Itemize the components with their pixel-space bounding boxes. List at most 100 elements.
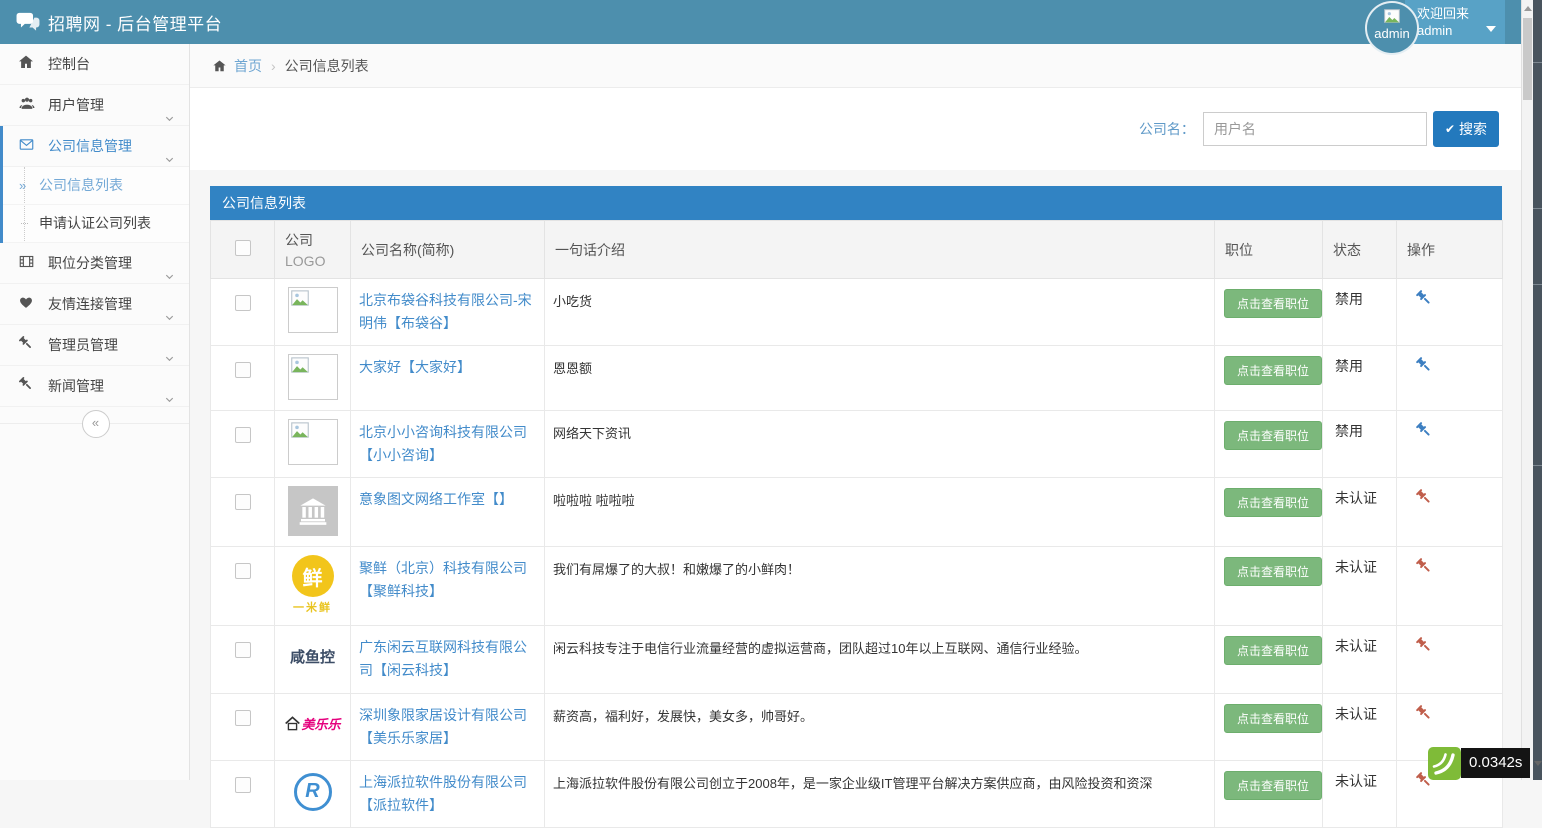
company-table-body: 北京布袋谷科技有限公司-宋明伟【布袋谷】小吃货点击查看职位禁用大家好【大家好】恩… bbox=[211, 279, 1503, 828]
users-icon bbox=[18, 86, 38, 126]
row-checkbox[interactable] bbox=[235, 494, 251, 510]
company-intro: 我们有屌爆了的大叔！和嫩爆了的小鲜肉！ bbox=[553, 557, 800, 578]
sidebar-item-console[interactable]: 控制台 bbox=[0, 44, 189, 85]
app-title: 招聘网 - 后台管理平台 bbox=[48, 10, 222, 35]
view-positions-button[interactable]: 点击查看职位 bbox=[1224, 356, 1322, 385]
broken-image-icon bbox=[291, 290, 309, 306]
company-table: 公司 LOGO 公司名称(简称) 一句话介绍 职位 状态 操作 北京布袋谷科技有… bbox=[210, 220, 1503, 828]
company-name-link[interactable]: 北京小小咨询科技有限公司【小小咨询】 bbox=[359, 421, 536, 467]
chat-bubble-icon bbox=[16, 11, 40, 33]
breadcrumb-home-link[interactable]: 首页 bbox=[234, 56, 262, 76]
row-action-button[interactable] bbox=[1415, 356, 1433, 377]
broken-image-icon bbox=[291, 357, 309, 373]
sidebar-item-administrator-management[interactable]: 管理员管理 bbox=[0, 325, 189, 366]
gavel-icon bbox=[1415, 289, 1433, 307]
window-edge-strip bbox=[1533, 0, 1542, 780]
status-text: 未认证 bbox=[1335, 706, 1377, 722]
column-header-status: 状态 bbox=[1323, 221, 1397, 279]
view-positions-button[interactable]: 点击查看职位 bbox=[1224, 557, 1322, 586]
user-menu[interactable]: 欢迎回来 admin bbox=[1405, 0, 1505, 44]
status-text: 禁用 bbox=[1335, 358, 1363, 374]
company-name-link[interactable]: 深圳象限家居设计有限公司【美乐乐家居】 bbox=[359, 704, 536, 750]
row-action-button[interactable] bbox=[1415, 636, 1433, 657]
company-name-link[interactable]: 北京布袋谷科技有限公司-宋明伟【布袋谷】 bbox=[359, 289, 536, 335]
gavel-icon bbox=[18, 326, 38, 366]
broken-image-placeholder bbox=[288, 419, 338, 465]
heart-icon bbox=[18, 285, 38, 325]
row-action-button[interactable] bbox=[1415, 704, 1433, 725]
sidebar-item-user-management[interactable]: 用户管理 bbox=[0, 85, 189, 126]
row-checkbox[interactable] bbox=[235, 362, 251, 378]
gavel-icon bbox=[1415, 557, 1433, 575]
row-checkbox[interactable] bbox=[235, 427, 251, 443]
check-icon: ✔ bbox=[1445, 122, 1455, 136]
row-action-button[interactable] bbox=[1415, 289, 1433, 310]
scrollbar-thumb[interactable] bbox=[1523, 18, 1532, 100]
search-bar: 公司名： ✔搜索 bbox=[190, 88, 1521, 170]
debug-trace-widget: 0.0342s bbox=[1428, 747, 1542, 780]
select-all-checkbox[interactable] bbox=[235, 240, 251, 256]
view-positions-button[interactable]: 点击查看职位 bbox=[1224, 421, 1322, 450]
vertical-scrollbar[interactable] bbox=[1521, 0, 1533, 780]
company-intro: 恩恩额 bbox=[553, 356, 592, 377]
house-icon bbox=[284, 716, 301, 731]
company-name-link[interactable]: 意象图文网络工作室【】 bbox=[359, 488, 536, 511]
row-action-button[interactable] bbox=[1415, 488, 1433, 509]
yimixian-logo: 鲜一米鲜 bbox=[283, 555, 342, 615]
table-row: 北京小小咨询科技有限公司【小小咨询】网络天下资讯点击查看职位禁用 bbox=[211, 411, 1503, 478]
sidebar-submenu: » 公司信息列表 申请认证公司列表 bbox=[3, 167, 189, 243]
view-positions-button[interactable]: 点击查看职位 bbox=[1224, 636, 1322, 665]
sidebar-item-position-category-management[interactable]: 职位分类管理 bbox=[0, 243, 189, 284]
view-positions-button[interactable]: 点击查看职位 bbox=[1224, 771, 1322, 800]
company-name-link[interactable]: 广东闲云互联网科技有限公司【闲云科技】 bbox=[359, 636, 536, 682]
sidebar-group-company-management: 公司信息管理 » 公司信息列表 申请认证公司列表 bbox=[0, 126, 189, 243]
chevron-down-icon[interactable] bbox=[1534, 761, 1542, 766]
sidebar-item-news-management[interactable]: 新闻管理 bbox=[0, 366, 189, 407]
status-text: 未认证 bbox=[1335, 490, 1377, 506]
company-name-link[interactable]: 上海派拉软件股份有限公司【派拉软件】 bbox=[359, 771, 536, 817]
company-intro: 闲云科技专注于电信行业流量经营的虚拟运营商，团队超过10年以上互联网、通信行业经… bbox=[553, 636, 1087, 657]
row-checkbox[interactable] bbox=[235, 563, 251, 579]
gavel-icon bbox=[1415, 421, 1433, 439]
chevron-down-icon bbox=[1486, 26, 1496, 32]
row-checkbox[interactable] bbox=[235, 777, 251, 793]
status-text: 禁用 bbox=[1335, 423, 1363, 439]
row-action-button[interactable] bbox=[1415, 421, 1433, 442]
row-checkbox[interactable] bbox=[235, 295, 251, 311]
company-intro: 上海派拉软件股份有限公司创立于2008年，是一家企业级IT管理平台解决方案供应商… bbox=[553, 771, 1152, 792]
status-text: 未认证 bbox=[1335, 559, 1377, 575]
column-header-intro: 一句话介绍 bbox=[545, 221, 1215, 279]
username: admin bbox=[1417, 22, 1495, 39]
bank-icon bbox=[297, 495, 329, 527]
row-action-button[interactable] bbox=[1415, 557, 1433, 578]
view-positions-button[interactable]: 点击查看职位 bbox=[1224, 289, 1322, 318]
execution-time-badge[interactable]: 0.0342s bbox=[1461, 748, 1530, 778]
thinkphp-logo-icon[interactable] bbox=[1428, 747, 1461, 780]
breadcrumb: 首页 › 公司信息列表 bbox=[190, 44, 1521, 88]
sidebar-collapse-button[interactable]: « bbox=[82, 410, 110, 438]
sidebar-item-friendly-links-management[interactable]: 友情连接管理 bbox=[0, 284, 189, 325]
company-name-search-input[interactable] bbox=[1203, 112, 1427, 146]
company-name-link[interactable]: 大家好【大家好】 bbox=[359, 356, 536, 379]
sidebar-subitem-company-info-list[interactable]: » 公司信息列表 bbox=[3, 167, 189, 205]
sidebar-subitem-certification-company-list[interactable]: 申请认证公司列表 bbox=[3, 205, 189, 243]
table-row: 美乐乐深圳象限家居设计有限公司【美乐乐家居】薪资高，福利好，发展快，美女多，帅哥… bbox=[211, 693, 1503, 760]
company-name-link[interactable]: 聚鲜（北京）科技有限公司【聚鲜科技】 bbox=[359, 557, 536, 603]
table-row: R上海派拉软件股份有限公司【派拉软件】上海派拉软件股份有限公司创立于2008年，… bbox=[211, 760, 1503, 827]
table-row: 鲜一米鲜聚鲜（北京）科技有限公司【聚鲜科技】我们有屌爆了的大叔！和嫩爆了的小鲜肉… bbox=[211, 547, 1503, 626]
broken-image-placeholder bbox=[288, 287, 338, 333]
gavel-icon bbox=[1415, 356, 1433, 374]
envelope-icon bbox=[18, 127, 38, 167]
broken-image-placeholder bbox=[288, 354, 338, 400]
row-checkbox[interactable] bbox=[235, 710, 251, 726]
sidebar-item-company-info-management[interactable]: 公司信息管理 bbox=[3, 126, 189, 167]
row-checkbox[interactable] bbox=[235, 642, 251, 658]
scrollbar-up-icon[interactable] bbox=[1524, 6, 1532, 11]
film-icon bbox=[18, 244, 38, 284]
gavel-icon bbox=[1415, 704, 1433, 722]
view-positions-button[interactable]: 点击查看职位 bbox=[1224, 704, 1322, 733]
column-header-action: 操作 bbox=[1397, 221, 1503, 279]
view-positions-button[interactable]: 点击查看职位 bbox=[1224, 488, 1322, 517]
avatar[interactable]: admin bbox=[1365, 1, 1419, 55]
search-button[interactable]: ✔搜索 bbox=[1433, 111, 1499, 147]
